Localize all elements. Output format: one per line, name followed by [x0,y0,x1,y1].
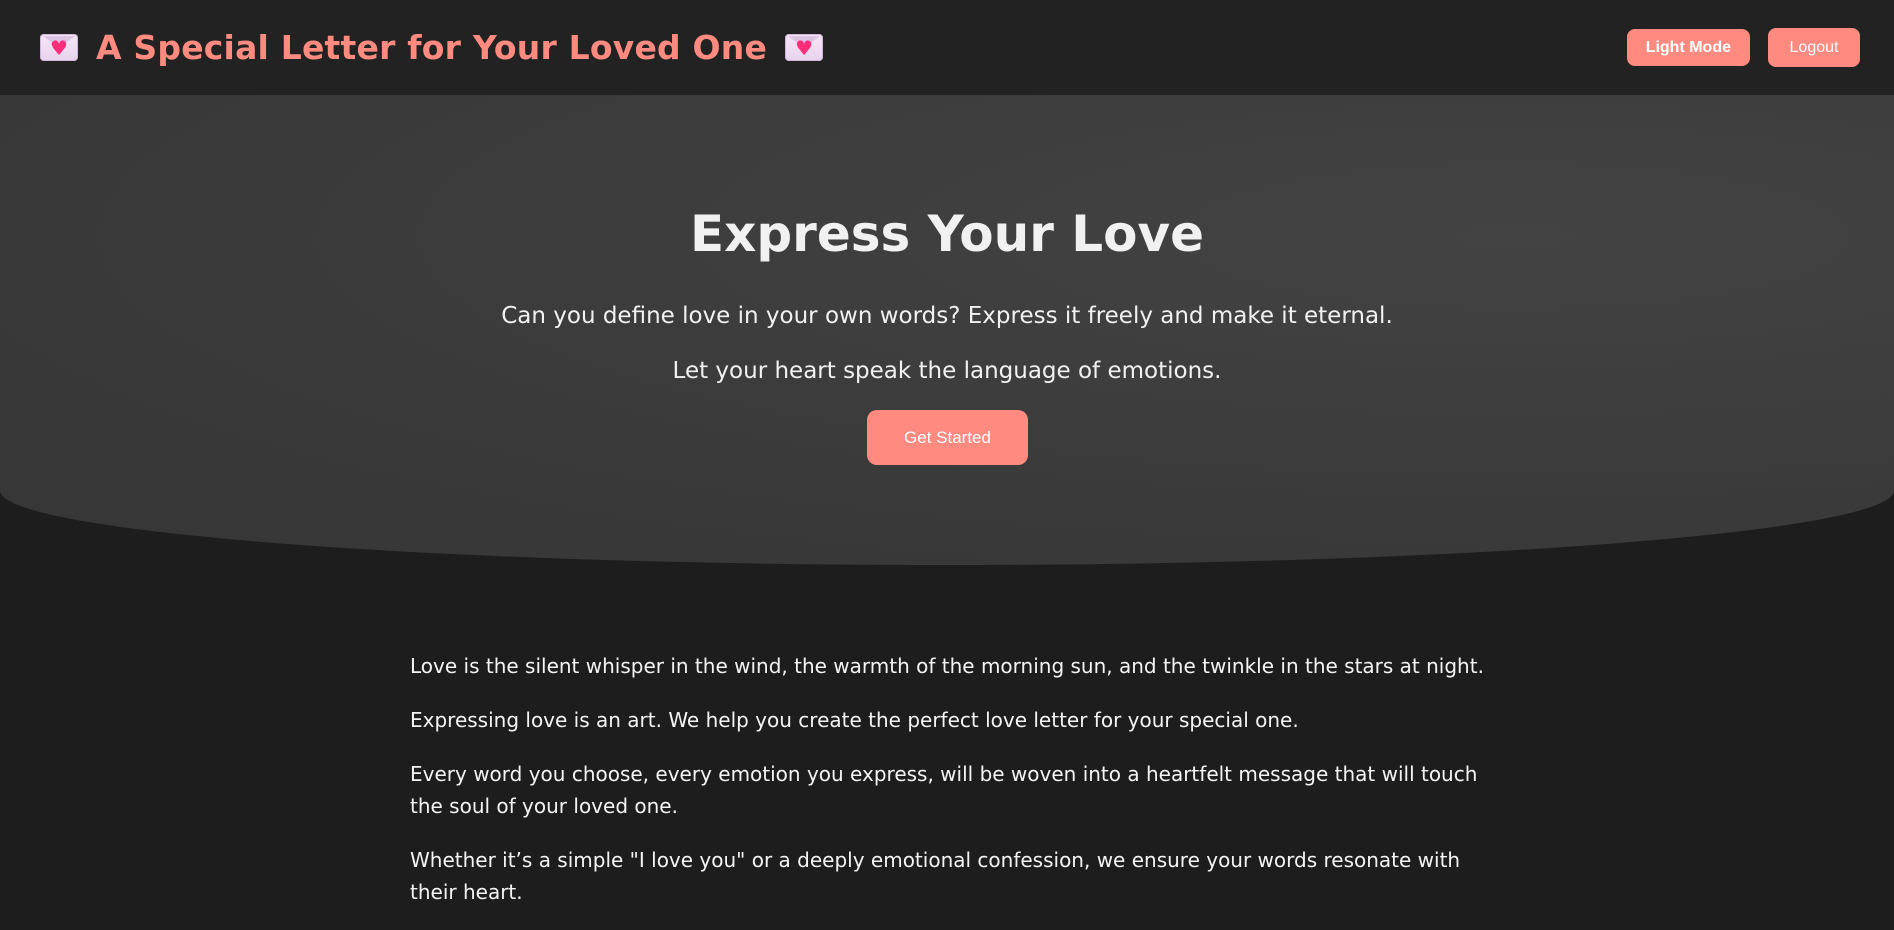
nav-buttons: Light Mode Logout [1626,28,1860,67]
intro-paragraph: Whether it’s a simple "I love you" or a … [410,848,1461,904]
get-started-button[interactable]: Get Started [867,410,1028,465]
light-mode-button[interactable]: Light Mode [1626,29,1750,66]
hero-section: Express Your Love Can you define love in… [0,95,1894,565]
intro-paragraph: Every word you choose, every emotion you… [410,762,1478,818]
intro-paragraph: Love is the silent whisper in the wind, … [410,654,1484,678]
logout-button[interactable]: Logout [1768,28,1860,67]
hero-tagline: Let your heart speak the language of emo… [672,358,1222,384]
brand: ♥ A Special Letter for Your Loved One ♥ [40,28,824,67]
love-letter-icon: ♥ [40,34,78,61]
hero-subtitle: Can you define love in your own words? E… [501,303,1393,329]
intro-content: Love is the silent whisper in the wind, … [410,650,1485,930]
love-letter-icon: ♥ [785,34,824,61]
site-title: A Special Letter for Your Loved One [96,28,768,67]
intro-paragraph: Expressing love is an art. We help you c… [410,708,1299,732]
hero-title: Express Your Love [689,205,1205,263]
top-navbar: ♥ A Special Letter for Your Loved One ♥ … [0,0,1894,95]
